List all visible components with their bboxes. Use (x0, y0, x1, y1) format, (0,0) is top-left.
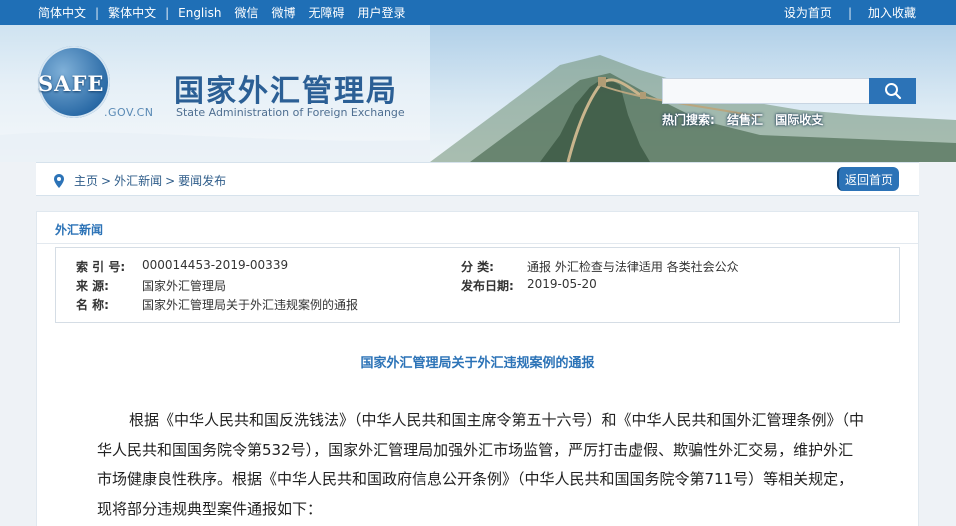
main-content: 外汇新闻 索 引 号: 000014453-2019-00339 分 类: 通报… (36, 211, 919, 526)
meta-date-value: 2019-05-20 (527, 277, 597, 291)
hot-search-item[interactable]: 国际收支 (775, 113, 823, 127)
meta-category-label: 分 类: (461, 260, 494, 274)
top-bar: 简体中文 | 繁体中文 | English 微信 微博 无障碍 用户登录 设为首… (0, 0, 956, 25)
breadcrumb-news[interactable]: 外汇新闻 (114, 172, 162, 189)
meta-index-value: 000014453-2019-00339 (142, 258, 289, 272)
link-accessibility[interactable]: 无障碍 (309, 4, 345, 21)
meta-category-value: 通报 外汇检查与法律适用 各类社会公众 (527, 260, 739, 274)
link-add-favorite[interactable]: 加入收藏 (868, 4, 916, 21)
search-button[interactable] (869, 78, 916, 104)
site-subtitle: State Administration of Foreign Exchange (176, 106, 405, 119)
location-pin-icon (54, 173, 64, 188)
site-title[interactable]: 国家外汇管理局 (174, 66, 398, 110)
link-simplified-chinese[interactable]: 简体中文 (38, 4, 86, 21)
meta-row: 索 引 号: 000014453-2019-00339 分 类: 通报 外汇检查… (56, 258, 899, 276)
link-traditional-chinese[interactable]: 繁体中文 (108, 4, 156, 21)
article-title: 国家外汇管理局关于外汇违规案例的通报 (360, 356, 595, 371)
top-bar-right-links: 设为首页 | 加入收藏 (784, 0, 916, 25)
document-meta-table: 索 引 号: 000014453-2019-00339 分 类: 通报 外汇检查… (55, 247, 900, 323)
link-wechat[interactable]: 微信 (234, 4, 258, 21)
divider: | (95, 5, 100, 20)
section-divider (37, 243, 918, 244)
search-icon (884, 83, 901, 100)
breadcrumb-current[interactable]: 要闻发布 (178, 172, 226, 189)
hot-search-item[interactable]: 结售汇 (727, 113, 763, 127)
logo-domain: .GOV.CN (104, 106, 154, 119)
header-banner: SAFE .GOV.CN 国家外汇管理局 State Administratio… (0, 25, 956, 162)
meta-row: 名 称: 国家外汇管理局关于外汇违规案例的通报 (56, 296, 899, 314)
meta-date-label: 发布日期: (461, 279, 514, 293)
link-user-login[interactable]: 用户登录 (358, 4, 406, 21)
divider: | (165, 5, 170, 20)
divider: | (847, 5, 852, 20)
breadcrumb-separator: > (165, 173, 176, 188)
breadcrumb: 主页 > 外汇新闻 > 要闻发布 (54, 172, 226, 189)
link-set-home[interactable]: 设为首页 (784, 4, 832, 21)
logo-text: SAFE (38, 71, 105, 96)
meta-index-label: 索 引 号: (76, 260, 126, 274)
top-bar-left-links: 简体中文 | 繁体中文 | English 微信 微博 无障碍 用户登录 (38, 0, 406, 25)
meta-source-value: 国家外汇管理局 (142, 279, 227, 293)
article-paragraph: 根据《中华人民共和国反洗钱法》（中华人民共和国主席令第五十六号）和《中华人民共和… (97, 411, 865, 518)
meta-source-label: 来 源: (76, 279, 109, 293)
section-title[interactable]: 外汇新闻 (55, 221, 103, 238)
meta-name-value: 国家外汇管理局关于外汇违规案例的通报 (142, 298, 359, 312)
breadcrumb-home[interactable]: 主页 (74, 172, 98, 189)
back-home-button[interactable]: 返回首页 (837, 167, 899, 191)
search-input[interactable] (662, 78, 870, 104)
breadcrumb-separator: > (101, 173, 112, 188)
meta-row: 来 源: 国家外汇管理局 发布日期: 2019-05-20 (56, 277, 899, 295)
hot-search: 热门搜索: 结售汇 国际收支 (662, 111, 831, 128)
link-weibo[interactable]: 微博 (271, 4, 295, 21)
breadcrumb-bar: 主页 > 外汇新闻 > 要闻发布 (36, 162, 919, 196)
hot-search-label: 热门搜索: (662, 113, 715, 127)
meta-name-label: 名 称: (76, 298, 109, 312)
link-english[interactable]: English (178, 6, 221, 20)
